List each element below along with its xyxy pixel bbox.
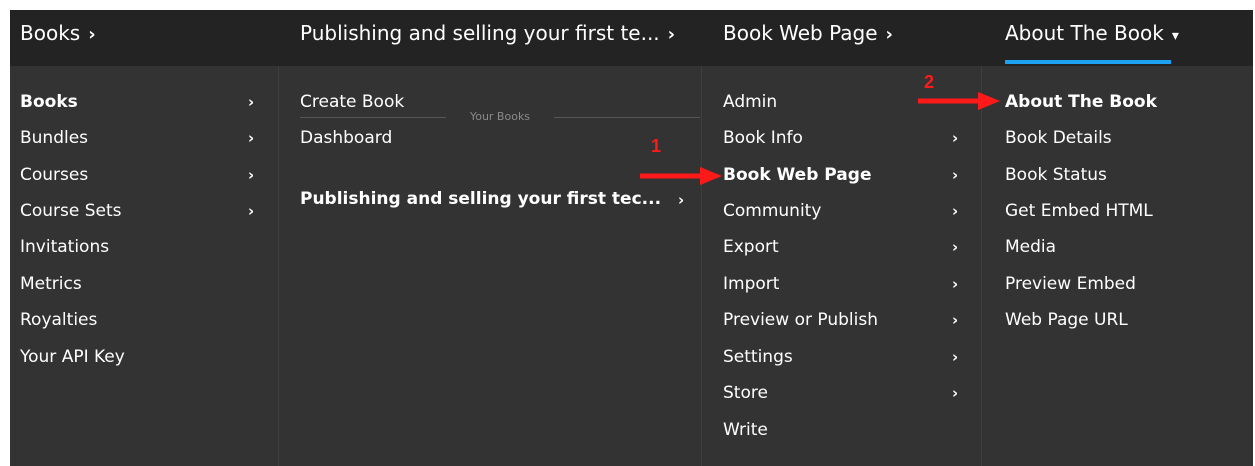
menu-item-import[interactable]: Import	[723, 270, 779, 298]
menu-item-book-web-page[interactable]: Book Web Page	[723, 161, 871, 189]
menu-item-label: Books	[20, 92, 78, 112]
breadcrumb-books[interactable]: Books ›	[20, 10, 96, 66]
menu-item-label: Dashboard	[300, 128, 393, 148]
chevron-right-icon: ›	[952, 348, 959, 366]
menu-item-media[interactable]: Media	[1005, 233, 1056, 261]
chevron-down-icon: ▾	[1171, 28, 1179, 44]
menu-item-label: Media	[1005, 237, 1057, 257]
breadcrumb-label: Books	[20, 21, 81, 45]
menu-item-about-the-book[interactable]: About The Book	[1005, 88, 1157, 116]
menu-item-course-sets[interactable]: Course Sets	[20, 197, 122, 225]
menu-item-label: Book Info	[723, 128, 803, 148]
chevron-right-icon: ›	[678, 191, 685, 209]
menu-frame: Books › Publishing and selling your first…	[10, 10, 1253, 466]
breadcrumb-label: Book Web Page	[723, 21, 878, 45]
menu-item-label: About The Book	[1005, 92, 1157, 112]
menu-item-book-status[interactable]: Book Status	[1005, 161, 1107, 189]
section-divider: Your Books	[300, 108, 700, 128]
menu-item-export[interactable]: Export	[723, 233, 779, 261]
menu-item-label: Web Page URL	[1005, 310, 1128, 330]
breadcrumb-label: Publishing and selling your first te...	[300, 21, 660, 45]
menu-item-label: Export	[723, 237, 779, 257]
chevron-right-icon: ›	[952, 275, 959, 293]
menu-column-web-page: About The Book Book Details Book Status …	[982, 66, 1253, 466]
menu-item-invitations[interactable]: Invitations	[20, 233, 109, 261]
menu-item-label: Preview Embed	[1005, 274, 1136, 294]
breadcrumb-book-web-page[interactable]: Book Web Page ›	[723, 10, 893, 66]
breadcrumb: Books › Publishing and selling your first…	[10, 10, 1253, 66]
chevron-right-icon: ›	[952, 129, 959, 147]
menu-item-api-key[interactable]: Your API Key	[20, 343, 125, 371]
section-label: Your Books	[469, 110, 531, 123]
menu-item-label: Book Web Page	[723, 165, 872, 185]
chevron-right-icon: ›	[952, 384, 959, 402]
divider-line	[300, 117, 446, 118]
menu-item-royalties[interactable]: Royalties	[20, 306, 97, 334]
annotation-arrow-1	[640, 167, 722, 185]
menu-item-preview-or-publish[interactable]: Preview or Publish	[723, 306, 878, 334]
menu-item-label: Admin	[723, 92, 778, 112]
menu-item-admin[interactable]: Admin	[723, 88, 777, 116]
menu-item-label: Import	[723, 274, 780, 294]
chevron-right-icon: ›	[952, 311, 959, 329]
chevron-right-icon: ›	[248, 166, 255, 184]
menu-item-courses[interactable]: Courses	[20, 161, 88, 189]
menu-item-preview-embed[interactable]: Preview Embed	[1005, 270, 1136, 298]
divider-line	[554, 117, 700, 118]
menu-item-book-info[interactable]: Book Info	[723, 124, 803, 152]
chevron-right-icon: ›	[248, 129, 255, 147]
breadcrumb-book-title[interactable]: Publishing and selling your first te... ›	[300, 10, 675, 66]
chevron-right-icon: ›	[952, 202, 959, 220]
menu-column-book: Admin Book Info › Book Web Page › Commun…	[702, 66, 982, 466]
menu-item-label: Write	[723, 420, 768, 440]
menu-item-label: Store	[723, 383, 768, 403]
menu-item-label: Bundles	[20, 128, 89, 148]
chevron-right-icon: ›	[952, 238, 959, 256]
chevron-right-icon: ›	[88, 24, 96, 45]
breadcrumb-about-the-book[interactable]: About The Book ▾	[1005, 10, 1179, 66]
chevron-right-icon: ›	[248, 93, 255, 111]
menu-item-metrics[interactable]: Metrics	[20, 270, 82, 298]
menu-item-settings[interactable]: Settings	[723, 343, 793, 371]
menu-item-label: Get Embed HTML	[1005, 201, 1153, 221]
menu-item-label: Book Details	[1005, 128, 1112, 148]
menu-column-main: Books › Bundles › Courses › Course Sets …	[10, 66, 279, 466]
breadcrumb-label: About The Book	[1005, 21, 1164, 45]
menu-item-dashboard[interactable]: Dashboard	[300, 124, 392, 152]
menu-item-label: Book Status	[1005, 165, 1107, 185]
menu-item-get-embed-html[interactable]: Get Embed HTML	[1005, 197, 1153, 225]
menu-item-store[interactable]: Store	[723, 379, 768, 407]
chevron-right-icon: ›	[952, 166, 959, 184]
menu-item-books[interactable]: Books	[20, 88, 78, 116]
menu-item-label: Publishing and selling your first tec...	[300, 189, 662, 209]
menu-item-book-title[interactable]: Publishing and selling your first tec...	[300, 185, 661, 213]
menu-item-label: Course Sets	[20, 201, 122, 221]
chevron-right-icon: ›	[248, 202, 255, 220]
menu-item-label: Invitations	[20, 237, 110, 257]
menu-item-community[interactable]: Community	[723, 197, 821, 225]
menu-item-bundles[interactable]: Bundles	[20, 124, 88, 152]
menu-item-label: Royalties	[20, 310, 98, 330]
menu-item-label: Your API Key	[20, 347, 125, 367]
menu-item-label: Community	[723, 201, 822, 221]
menu-item-write[interactable]: Write	[723, 416, 768, 444]
menu-item-book-details[interactable]: Book Details	[1005, 124, 1112, 152]
annotation-arrow-2	[918, 92, 1000, 110]
menu-item-web-page-url[interactable]: Web Page URL	[1005, 306, 1128, 334]
annotation-number-1: 1	[651, 136, 662, 156]
chevron-right-icon: ›	[667, 24, 676, 45]
active-tab-underline	[1005, 60, 1171, 64]
menu-item-label: Metrics	[20, 274, 82, 294]
menu-item-label: Courses	[20, 165, 89, 185]
menu-item-label: Settings	[723, 347, 793, 367]
menu-item-label: Preview or Publish	[723, 310, 878, 330]
chevron-right-icon: ›	[885, 24, 893, 45]
